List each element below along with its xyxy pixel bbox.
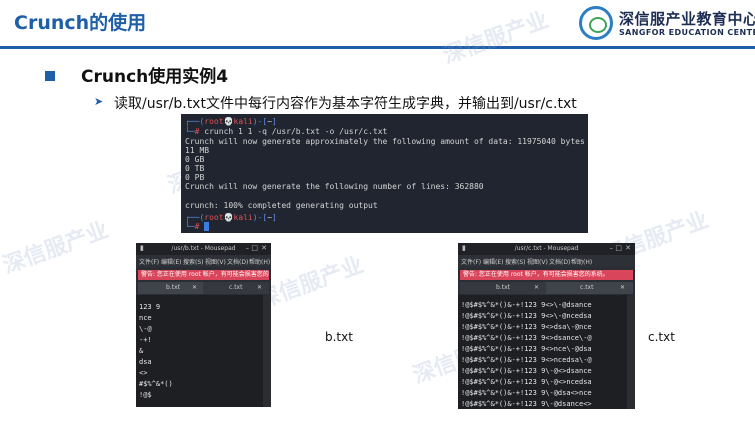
text-line: !@$#$%^&*()&-+!123 9<>dsa\-@nce bbox=[461, 323, 592, 331]
menu-help[interactable]: 帮助(H) bbox=[249, 257, 270, 266]
text-line: \-@ bbox=[139, 325, 152, 333]
menu-view[interactable]: 视图(V) bbox=[527, 257, 548, 266]
mousepad-window-c[interactable]: ▮ /usr/c.txt - Mousepad – □ ✕ 文件(F) 编辑(E… bbox=[458, 243, 635, 409]
terminal-cursor-line: └─# bbox=[185, 222, 210, 231]
terminal-output-line: 0 TB bbox=[185, 164, 205, 173]
text-line: -+! bbox=[139, 336, 152, 344]
text-line: & bbox=[139, 347, 144, 355]
mousepad-window-b[interactable]: ▮ /usr/b.txt - Mousepad – □ ✕ 文件(F) 编辑(E… bbox=[136, 243, 271, 407]
text-line: !@$#$%^&*()&-+!123 9\-@dsance<> bbox=[461, 400, 592, 408]
text-line: dsa bbox=[139, 358, 152, 366]
logo-emblem-icon bbox=[579, 6, 613, 40]
tab-close-icon[interactable]: ✕ bbox=[534, 282, 539, 294]
window-title: /usr/c.txt - Mousepad bbox=[514, 245, 579, 252]
root-warning-banner: 警告: 您正在使用 root 帐户，有可能会损害您的系统。 bbox=[138, 270, 269, 280]
minimize-icon[interactable]: – bbox=[610, 244, 614, 252]
menu-bar: 文件(F) 编辑(E) 搜索(S) 视图(V) 文档(D) 帮助(H) bbox=[458, 255, 635, 267]
menu-view[interactable]: 视图(V) bbox=[205, 257, 226, 266]
scrollbar[interactable] bbox=[263, 295, 271, 407]
root-warning-banner: 警告: 您正在使用 root 帐户，有可能会损害您的系统。 bbox=[460, 270, 633, 280]
maximize-icon[interactable]: □ bbox=[615, 244, 622, 252]
window-titlebar[interactable]: ▮ /usr/c.txt - Mousepad – □ ✕ bbox=[458, 243, 635, 255]
text-line: !@$#$%^&*()&-+!123 9\-@<>ncedsa bbox=[461, 378, 592, 386]
menu-help[interactable]: 帮助(H) bbox=[571, 257, 592, 266]
logo-text-cn: 深信服产业教育中心 bbox=[619, 10, 755, 28]
watermark: 深信服产业 bbox=[0, 217, 112, 279]
text-line: !@$ bbox=[139, 391, 152, 399]
maximize-icon[interactable]: □ bbox=[251, 244, 258, 252]
text-line: <> bbox=[139, 369, 148, 377]
menu-file[interactable]: 文件(F) bbox=[139, 257, 159, 266]
bullet-square-icon bbox=[45, 71, 55, 81]
terminal-output-line: Crunch will now generate approximately t… bbox=[185, 137, 585, 146]
text-line: !@$#$%^&*()&-+!123 9<>\-@ncedsa bbox=[461, 312, 592, 320]
terminal-output-line: crunch: 100% completed generating output bbox=[185, 201, 378, 210]
text-line: #$%^&*() bbox=[139, 380, 173, 388]
caption-c: c.txt bbox=[648, 330, 675, 344]
menu-edit[interactable]: 编辑(E) bbox=[483, 257, 503, 266]
terminal-output-line: 11 MB bbox=[185, 146, 210, 155]
tab-b-txt[interactable]: b.txt ✕ bbox=[460, 282, 546, 294]
tab-bar: b.txt ✕ c.txt ✕ bbox=[460, 282, 633, 294]
tab-close-icon[interactable]: ✕ bbox=[257, 282, 262, 294]
text-line: !@$#$%^&*()&-+!123 9<>dsance\-@ bbox=[461, 334, 592, 342]
menu-document[interactable]: 文档(D) bbox=[227, 257, 248, 266]
close-icon[interactable]: ✕ bbox=[261, 244, 267, 252]
terminal-command: crunch 1 1 -q /usr/b.txt -o /usr/c.txt bbox=[204, 127, 388, 136]
text-line: !@$#$%^&*()&-+!123 9\-@<>dsance bbox=[461, 367, 592, 375]
header-bar: Crunch的使用 深信服产业教育中心 SANGFOR EDUCATION CE… bbox=[0, 0, 755, 46]
tab-c-txt[interactable]: c.txt ✕ bbox=[203, 282, 269, 294]
text-line: !@$#$%^&*()&-+!123 9<>ncedsa\-@ bbox=[461, 356, 592, 364]
menu-edit[interactable]: 编辑(E) bbox=[161, 257, 181, 266]
terminal-output-line: 0 GB bbox=[185, 155, 205, 164]
logo-text-en: SANGFOR EDUCATION CENTER bbox=[619, 28, 755, 37]
arrow-bullet-icon: ➤ bbox=[94, 95, 104, 108]
sangfor-logo: 深信服产业教育中心 SANGFOR EDUCATION CENTER bbox=[579, 6, 755, 42]
terminal-window[interactable]: ┌──(root💀kali)-[~] └─# crunch 1 1 -q /us… bbox=[181, 114, 588, 233]
editor-text-area[interactable]: !@$#$%^&*()&-+!123 9<>\-@dsance !@$#$%^&… bbox=[458, 295, 627, 409]
tab-bar: b.txt ✕ c.txt ✕ bbox=[138, 282, 269, 294]
menu-search[interactable]: 搜索(S) bbox=[505, 257, 526, 266]
scrollbar[interactable] bbox=[627, 295, 635, 409]
terminal-output-line: Crunch will now generate the following n… bbox=[185, 182, 484, 191]
text-line: 123 9 bbox=[139, 303, 161, 311]
terminal-cursor bbox=[204, 222, 210, 231]
terminal-command-line: └─# crunch 1 1 -q /usr/b.txt -o /usr/c.t… bbox=[185, 127, 388, 136]
tab-close-icon[interactable]: ✕ bbox=[620, 282, 625, 294]
section-heading: Crunch使用实例4 bbox=[81, 67, 229, 87]
menu-document[interactable]: 文档(D) bbox=[549, 257, 570, 266]
minimize-icon[interactable]: – bbox=[246, 244, 250, 252]
page-title: Crunch的使用 bbox=[14, 12, 147, 34]
header-divider bbox=[0, 46, 755, 49]
text-line: !@$#$%^&*()&-+!123 9<>nce\-@dsa bbox=[461, 345, 592, 353]
close-icon[interactable]: ✕ bbox=[625, 244, 631, 252]
editor-text-area[interactable]: 123 9 nce \-@ -+! & dsa <> #$%^&*() !@$ bbox=[136, 295, 263, 407]
menu-file[interactable]: 文件(F) bbox=[461, 257, 481, 266]
window-titlebar[interactable]: ▮ /usr/b.txt - Mousepad – □ ✕ bbox=[136, 243, 271, 255]
text-line: !@$#$%^&*()&-+!123 9\-@dsa<>nce bbox=[461, 389, 592, 397]
tab-c-txt[interactable]: c.txt ✕ bbox=[546, 282, 633, 294]
text-line: !@$#$%^&*()&-+!123 9<>\-@dsance bbox=[461, 301, 592, 309]
terminal-prompt: ┌──(root💀kali)-[~] bbox=[185, 213, 277, 222]
caption-b: b.txt bbox=[325, 330, 353, 344]
text-line: nce bbox=[139, 314, 152, 322]
description-text: 读取/usr/b.txt文件中每行内容作为基本字符生成字典，并输出到/usr/c… bbox=[114, 96, 577, 112]
tab-close-icon[interactable]: ✕ bbox=[192, 282, 197, 294]
terminal-prompt: ┌──(root💀kali)-[~] bbox=[185, 117, 277, 126]
tab-b-txt[interactable]: b.txt ✕ bbox=[138, 282, 203, 294]
menu-bar: 文件(F) 编辑(E) 搜索(S) 视图(V) 文档(D) 帮助(H) bbox=[136, 255, 271, 267]
menu-search[interactable]: 搜索(S) bbox=[183, 257, 204, 266]
terminal-output-line: 0 PB bbox=[185, 173, 205, 182]
